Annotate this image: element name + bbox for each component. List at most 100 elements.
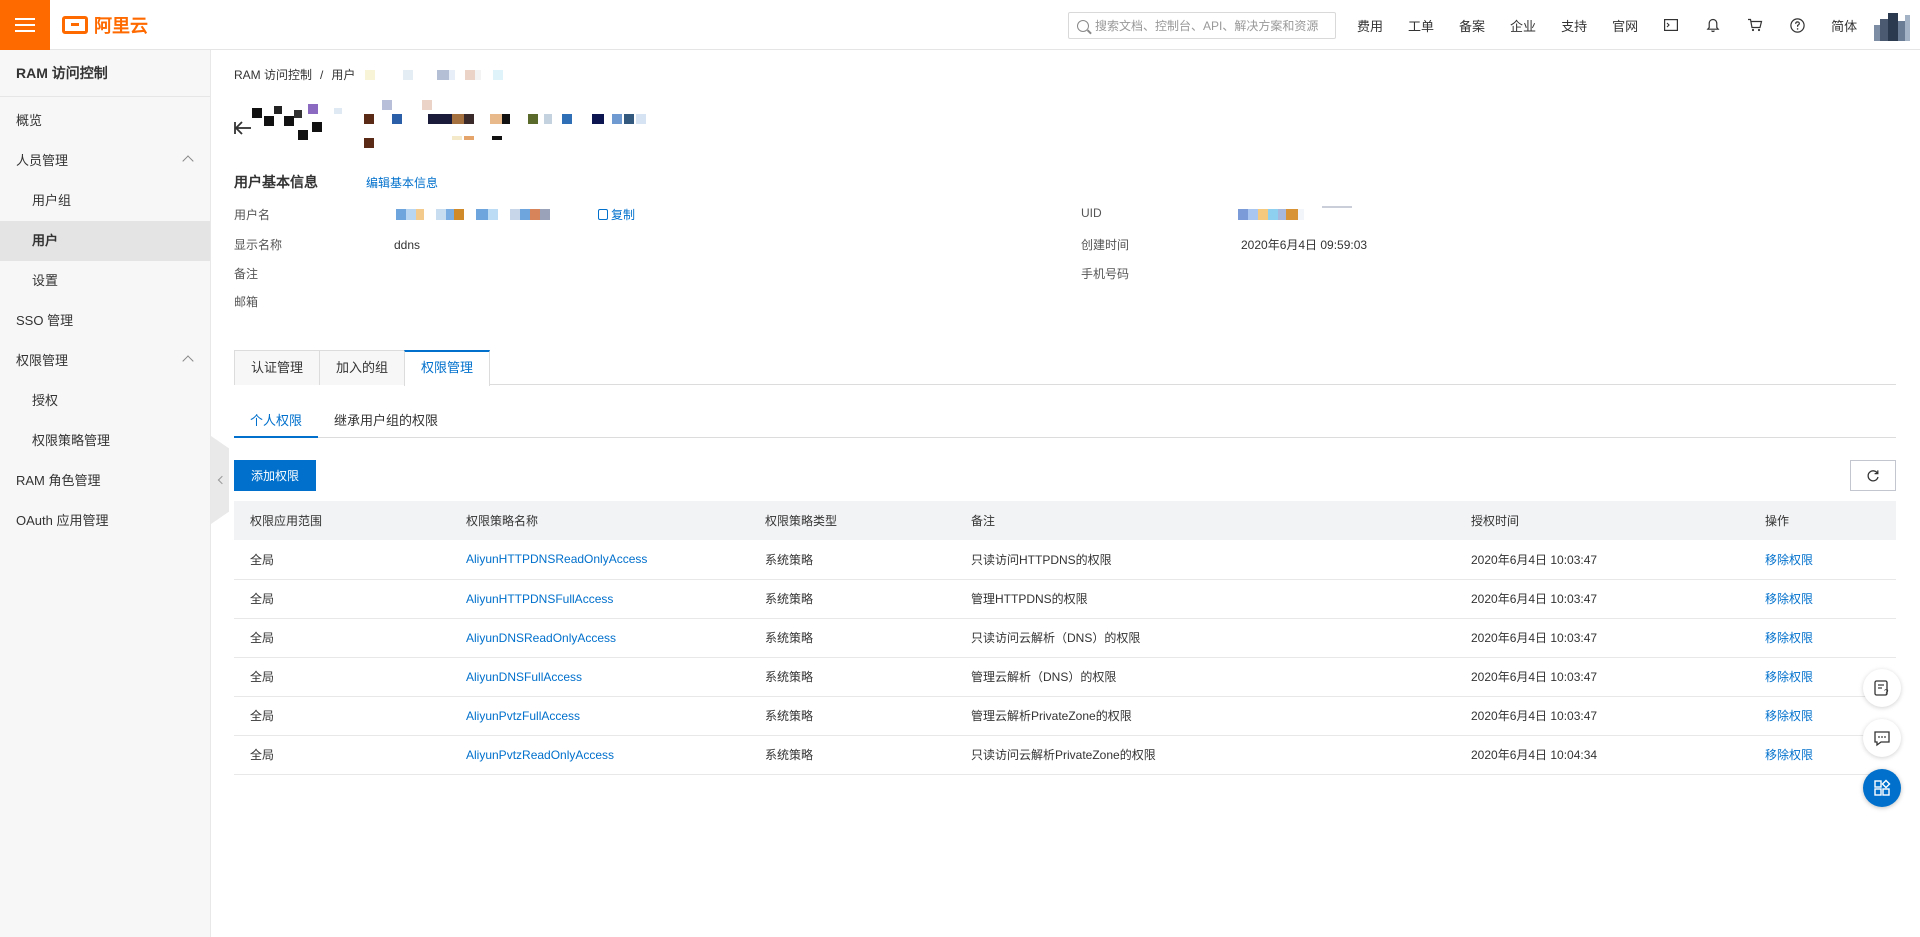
display-name-label: 显示名称 (234, 238, 283, 252)
cell-type: 系统策略 (749, 618, 955, 658)
top-bar: 阿里云 费用 工单 备案 企业 支持 官网 简体 (0, 0, 1920, 50)
chevron-left-icon (217, 475, 226, 485)
phone-label: 手机号码 (1081, 267, 1130, 281)
nav-official-site[interactable]: 官网 (1612, 16, 1638, 35)
sidebar-item-overview[interactable]: 概览 (0, 101, 210, 141)
remove-permission-link[interactable]: 移除权限 (1765, 631, 1813, 645)
copy-username-button[interactable]: 复制 (598, 206, 635, 223)
logo-mark-icon (62, 16, 88, 34)
policy-name-link[interactable]: AliyunPvtzReadOnlyAccess (466, 748, 614, 762)
help-icon[interactable] (1789, 17, 1805, 33)
tab-permission-management[interactable]: 权限管理 (404, 350, 491, 386)
back-arrow-icon[interactable] (234, 120, 252, 141)
remove-permission-link[interactable]: 移除权限 (1765, 553, 1813, 567)
column-header-actions: 操作 (1749, 501, 1896, 540)
remove-permission-link[interactable]: 移除权限 (1765, 670, 1813, 684)
remove-permission-link[interactable]: 移除权限 (1765, 592, 1813, 606)
nav-enterprise[interactable]: 企业 (1510, 16, 1536, 35)
cell-time: 2020年6月4日 10:03:47 (1455, 618, 1749, 658)
sidebar-item-grants[interactable]: 授权 (0, 381, 210, 421)
policy-name-link[interactable]: AliyunDNSReadOnlyAccess (466, 631, 616, 645)
sidebar: RAM 访问控制 概览 人员管理 用户组 用户 设置 SSO 管理 权限管理 授… (0, 50, 211, 937)
breadcrumb-root[interactable]: RAM 访问控制 (234, 66, 312, 83)
hamburger-menu-button[interactable] (0, 0, 50, 50)
tab-joined-groups[interactable]: 加入的组 (319, 350, 406, 385)
global-search[interactable] (1068, 12, 1336, 39)
cell-type: 系统策略 (749, 657, 955, 697)
sidebar-item-oauth[interactable]: OAuth 应用管理 (0, 501, 210, 541)
cell-time: 2020年6月4日 10:04:34 (1455, 735, 1749, 775)
cell-scope: 全局 (234, 657, 450, 697)
column-header-policy-type: 权限策略类型 (749, 501, 955, 540)
sidebar-item-permissions[interactable]: 权限管理 (0, 341, 210, 381)
cart-icon[interactable] (1747, 17, 1763, 33)
tab-auth-management[interactable]: 认证管理 (234, 350, 321, 385)
created-time-label: 创建时间 (1081, 238, 1130, 252)
table-row: 全局 AliyunDNSFullAccess 系统策略 管理云解析（DNS）的权… (234, 657, 1896, 697)
sidebar-item-identities[interactable]: 人员管理 (0, 141, 210, 181)
cell-time: 2020年6月4日 10:03:47 (1455, 579, 1749, 619)
policy-name-link[interactable]: AliyunHTTPDNSFullAccess (466, 592, 613, 606)
created-time-value: 2020年6月4日 09:59:03 (1241, 238, 1368, 252)
sidebar-title: RAM 访问控制 (0, 50, 210, 97)
nav-tickets[interactable]: 工单 (1408, 16, 1434, 35)
chat-button[interactable] (1863, 719, 1901, 757)
column-header-policy-name: 权限策略名称 (450, 501, 749, 540)
basic-info-title: 用户基本信息 (234, 174, 318, 190)
add-permission-button[interactable]: 添加权限 (234, 460, 316, 491)
avatar[interactable] (1874, 11, 1910, 41)
chevron-up-icon (182, 355, 194, 367)
cell-note: 只读访问HTTPDNS的权限 (955, 540, 1455, 580)
column-header-note: 备注 (955, 501, 1455, 540)
remove-permission-link[interactable]: 移除权限 (1765, 748, 1813, 762)
subtab-inherited-permissions[interactable]: 继承用户组的权限 (318, 406, 454, 438)
sidebar-item-settings[interactable]: 设置 (0, 261, 210, 301)
cell-type: 系统策略 (749, 735, 955, 775)
remove-permission-link[interactable]: 移除权限 (1765, 709, 1813, 723)
logo-text: 阿里云 (94, 16, 148, 36)
cell-scope: 全局 (234, 579, 450, 619)
cell-scope: 全局 (234, 696, 450, 736)
policy-name-link[interactable]: AliyunHTTPDNSReadOnlyAccess (466, 552, 647, 566)
policy-name-link[interactable]: AliyunPvtzFullAccess (466, 709, 580, 723)
feedback-button[interactable]: ? (1863, 669, 1901, 707)
apps-button[interactable] (1863, 769, 1901, 807)
nav-billing[interactable]: 费用 (1357, 16, 1383, 35)
table-row: 全局 AliyunDNSReadOnlyAccess 系统策略 只读访问云解析（… (234, 618, 1896, 658)
redacted-uid-value (1238, 206, 1352, 220)
column-header-grant-time: 授权时间 (1455, 501, 1749, 540)
aliyun-logo[interactable]: 阿里云 (62, 13, 148, 37)
uid-label: UID (1081, 206, 1102, 220)
permissions-table: 权限应用范围 权限策略名称 权限策略类型 备注 授权时间 操作 全局 Aliyu… (234, 501, 1896, 775)
cell-time: 2020年6月4日 10:03:47 (1455, 657, 1749, 697)
cell-scope: 全局 (234, 735, 450, 775)
sidebar-item-users[interactable]: 用户 (0, 221, 210, 261)
refresh-button[interactable] (1850, 460, 1896, 491)
refresh-icon (1867, 469, 1879, 481)
username-label: 用户名 (234, 208, 271, 222)
bell-icon[interactable] (1705, 17, 1721, 33)
menu-line (15, 18, 35, 20)
cell-time: 2020年6月4日 10:03:47 (1455, 696, 1749, 736)
sidebar-item-policies[interactable]: 权限策略管理 (0, 421, 210, 461)
redacted-page-title (252, 100, 646, 148)
permission-subtabs: 个人权限 继承用户组的权限 (234, 406, 1896, 438)
sidebar-item-groups[interactable]: 用户组 (0, 181, 210, 221)
language-switch[interactable]: 简体 (1831, 16, 1857, 35)
search-input[interactable] (1095, 18, 1325, 33)
policy-name-link[interactable]: AliyunDNSFullAccess (466, 670, 582, 684)
chat-icon (1874, 731, 1890, 747)
top-nav: 费用 工单 备案 企业 支持 官网 简体 (1357, 0, 1882, 50)
table-row: 全局 AliyunPvtzFullAccess 系统策略 管理云解析Privat… (234, 696, 1896, 736)
edit-basic-info-link[interactable]: 编辑基本信息 (366, 174, 438, 191)
cell-note: 管理云解析PrivateZone的权限 (955, 696, 1455, 736)
sidebar-item-roles[interactable]: RAM 角色管理 (0, 461, 210, 501)
nav-support[interactable]: 支持 (1561, 16, 1587, 35)
apps-icon (1874, 779, 1891, 796)
subtab-personal-permissions[interactable]: 个人权限 (234, 406, 319, 438)
nav-icp[interactable]: 备案 (1459, 16, 1485, 35)
terminal-icon[interactable] (1663, 17, 1679, 33)
display-name-value: ddns (394, 238, 421, 252)
sidebar-collapse-handle[interactable] (211, 436, 229, 524)
sidebar-item-sso[interactable]: SSO 管理 (0, 301, 210, 341)
